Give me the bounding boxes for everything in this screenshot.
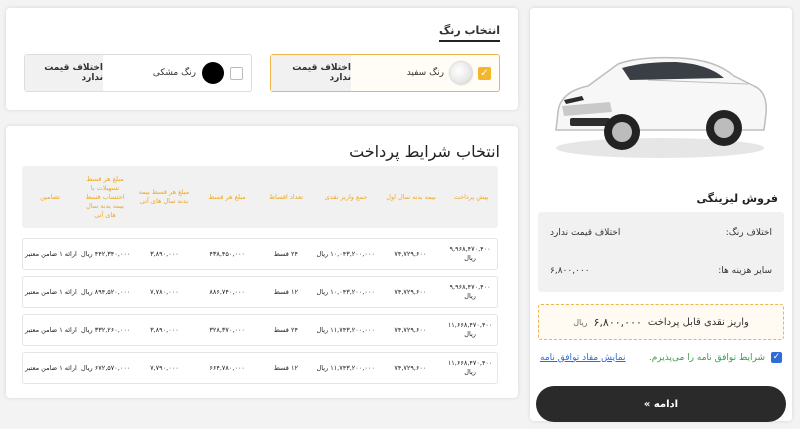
cell-insurance: ۷۴,۷۲۹,۶۰۰ — [394, 249, 427, 258]
color-option-black[interactable]: رنگ مشکی اختلاف قیمت ندارد — [24, 54, 252, 92]
header-installment-amount: مبلغ هر قسط — [208, 192, 246, 201]
cell-insurance: ۷۴,۷۲۹,۶۰۰ — [394, 363, 427, 372]
cell-guarantee: ارائه ۱ ضامن معتبر — [24, 249, 77, 258]
payment-section-title: انتخاب شرایط پرداخت — [349, 142, 500, 161]
cell-future-insurance: ۳,۸۹۰,۰۰۰ — [150, 325, 179, 334]
payment-terms-card: انتخاب شرایط پرداخت پیش پرداخت بیمه بدنه… — [6, 126, 518, 398]
white-swatch — [450, 62, 472, 84]
cell-installment-with-insurance: ۴۴۲,۳۴۰,۰۰۰ ریال — [81, 249, 131, 258]
color-selection-card: انتخاب رنگ ✓ رنگ سفید اختلاف قیمت ندارد … — [6, 8, 518, 110]
header-total-cash: جمع واریز نقدی — [324, 192, 368, 201]
white-price-diff: اختلاف قیمت ندارد — [271, 55, 351, 91]
color-diff-row: اختلاف رنگ: اختلاف قیمت ندارد — [550, 228, 772, 238]
other-costs-value: ۶,۸۰۰,۰۰۰ — [550, 266, 590, 276]
table-row[interactable]: ۹,۹۶۸,۴۷۰,۴۰۰ ریال ۷۴,۷۲۹,۶۰۰ ۱۰,۰۴۳,۲۰۰… — [22, 276, 498, 308]
cell-down-payment: ۱۱,۶۶۸,۴۷۰,۴۰۰ ریال — [447, 359, 493, 376]
cell-insurance: ۷۴,۷۲۹,۶۰۰ — [394, 287, 427, 296]
cash-label: واریز نقدی قابل پرداخت — [647, 316, 749, 328]
cell-guarantee: ارائه ۱ ضامن معتبر — [24, 325, 77, 334]
black-price-diff: اختلاف قیمت ندارد — [25, 55, 103, 91]
continue-button[interactable]: ادامه » — [536, 386, 786, 422]
cell-installment-amount: ۸۸۶,۷۴۰,۰۰۰ — [209, 287, 245, 296]
cell-guarantee: ارائه ۱ ضامن معتبر — [24, 363, 77, 372]
cell-total-cash: ۱۱,۷۴۳,۲۰۰,۰۰۰ ریال — [316, 325, 375, 334]
cell-future-insurance: ۷,۷۸۰,۰۰۰ — [150, 287, 179, 296]
car-image — [555, 56, 767, 158]
agreement-text: شرایط توافق نامه را می‌پذیرم. — [648, 352, 765, 363]
cell-total-cash: ۱۱,۷۴۳,۲۰۰,۰۰۰ ریال — [316, 363, 375, 372]
table-row[interactable]: ۹,۹۶۸,۴۷۰,۴۰۰ ریال ۷۴,۷۲۹,۶۰۰ ۱۰,۰۴۳,۲۰۰… — [22, 238, 498, 270]
cash-currency: ریال — [573, 317, 588, 327]
white-checkbox[interactable]: ✓ — [478, 66, 491, 80]
cell-future-insurance: ۷,۷۹۰,۰۰۰ — [150, 363, 179, 372]
agreement-link[interactable]: نمایش مفاد توافق نامه — [540, 353, 626, 363]
header-guarantees: تضامین — [40, 192, 60, 201]
cash-value: ۶,۸۰۰,۰۰۰ — [593, 315, 642, 329]
cell-down-payment: ۱۱,۶۶۸,۴۷۰,۴۰۰ ریال — [447, 321, 493, 338]
header-installment-with-insurance: مبلغ هر قسط تسهیلات با احتساب قسط بیمه ب… — [85, 174, 125, 219]
cell-installment-with-insurance: ۸۹۴,۵۲۰,۰۰۰ ریال — [81, 287, 131, 296]
color-section-title: انتخاب رنگ — [438, 24, 500, 42]
cost-summary: اختلاف رنگ: اختلاف قیمت ندارد سایر هزینه… — [538, 212, 784, 292]
cash-payable-box: واریز نقدی قابل پرداخت ۶,۸۰۰,۰۰۰ ریال — [538, 304, 784, 340]
cell-installment-count: ۲۴ قسط — [273, 249, 298, 258]
cell-installment-amount: ۶۶۴,۷۸۰,۰۰۰ — [209, 363, 245, 372]
other-costs-label: سایر هزینه ها: — [718, 266, 772, 276]
product-card: فروش لیزینگی اختلاف رنگ: اختلاف قیمت ندا… — [530, 8, 792, 422]
payment-table-header: پیش پرداخت بیمه بدنه سال اول جمع واریز ن… — [22, 166, 498, 228]
other-costs-row: سایر هزینه ها: ۶,۸۰۰,۰۰۰ — [550, 266, 772, 276]
color-option-white[interactable]: ✓ رنگ سفید اختلاف قیمت ندارد — [270, 54, 500, 92]
cell-insurance: ۷۴,۷۲۹,۶۰۰ — [394, 325, 427, 334]
black-label: رنگ مشکی — [152, 68, 196, 78]
header-insurance-first-year: بیمه بدنه سال اول — [386, 192, 436, 201]
cell-future-insurance: ۳,۸۹۰,۰۰۰ — [150, 249, 179, 258]
table-row[interactable]: ۱۱,۶۶۸,۴۷۰,۴۰۰ ریال ۷۴,۷۲۹,۶۰۰ ۱۱,۷۴۳,۲۰… — [22, 314, 498, 346]
black-checkbox[interactable] — [230, 66, 243, 80]
color-diff-value: اختلاف قیمت ندارد — [550, 228, 621, 238]
header-installment-count: تعداد اقساط — [269, 192, 303, 201]
cell-installment-with-insurance: ۳۳۲,۲۶۰,۰۰۰ ریال — [81, 325, 131, 334]
cell-total-cash: ۱۰,۰۴۳,۲۰۰,۰۰۰ ریال — [316, 287, 375, 296]
cell-installment-amount: ۴۳۸,۴۵۰,۰۰۰ — [209, 249, 245, 258]
cell-installment-amount: ۳۲۸,۳۷۰,۰۰۰ — [209, 325, 245, 334]
white-label: رنگ سفید — [406, 68, 444, 78]
cell-total-cash: ۱۰,۰۴۳,۲۰۰,۰۰۰ ریال — [316, 249, 375, 258]
agreement-row: ✓ شرایط توافق نامه را می‌پذیرم. نمایش مف… — [540, 352, 782, 363]
product-title: فروش لیزینگی — [696, 192, 778, 205]
cell-installment-with-insurance: ۶۷۲,۵۷۰,۰۰۰ ریال — [81, 363, 131, 372]
cell-installment-count: ۲۴ قسط — [273, 325, 298, 334]
table-row[interactable]: ۱۱,۶۶۸,۴۷۰,۴۰۰ ریال ۷۴,۷۲۹,۶۰۰ ۱۱,۷۴۳,۲۰… — [22, 352, 498, 384]
cell-down-payment: ۹,۹۶۸,۴۷۰,۴۰۰ ریال — [449, 245, 491, 262]
cell-guarantee: ارائه ۱ ضامن معتبر — [24, 287, 77, 296]
header-down-payment: پیش پرداخت — [453, 192, 489, 201]
cell-installment-count: ۱۲ قسط — [273, 287, 298, 296]
cell-down-payment: ۹,۹۶۸,۴۷۰,۴۰۰ ریال — [449, 283, 491, 300]
agreement-checkbox[interactable]: ✓ — [771, 352, 782, 363]
black-swatch — [202, 62, 224, 84]
color-diff-label: اختلاف رنگ: — [725, 228, 772, 238]
header-future-insurance: مبلغ هر قسط بیمه بدنه سال های آتی — [138, 188, 190, 205]
cell-installment-count: ۱۲ قسط — [273, 363, 298, 372]
